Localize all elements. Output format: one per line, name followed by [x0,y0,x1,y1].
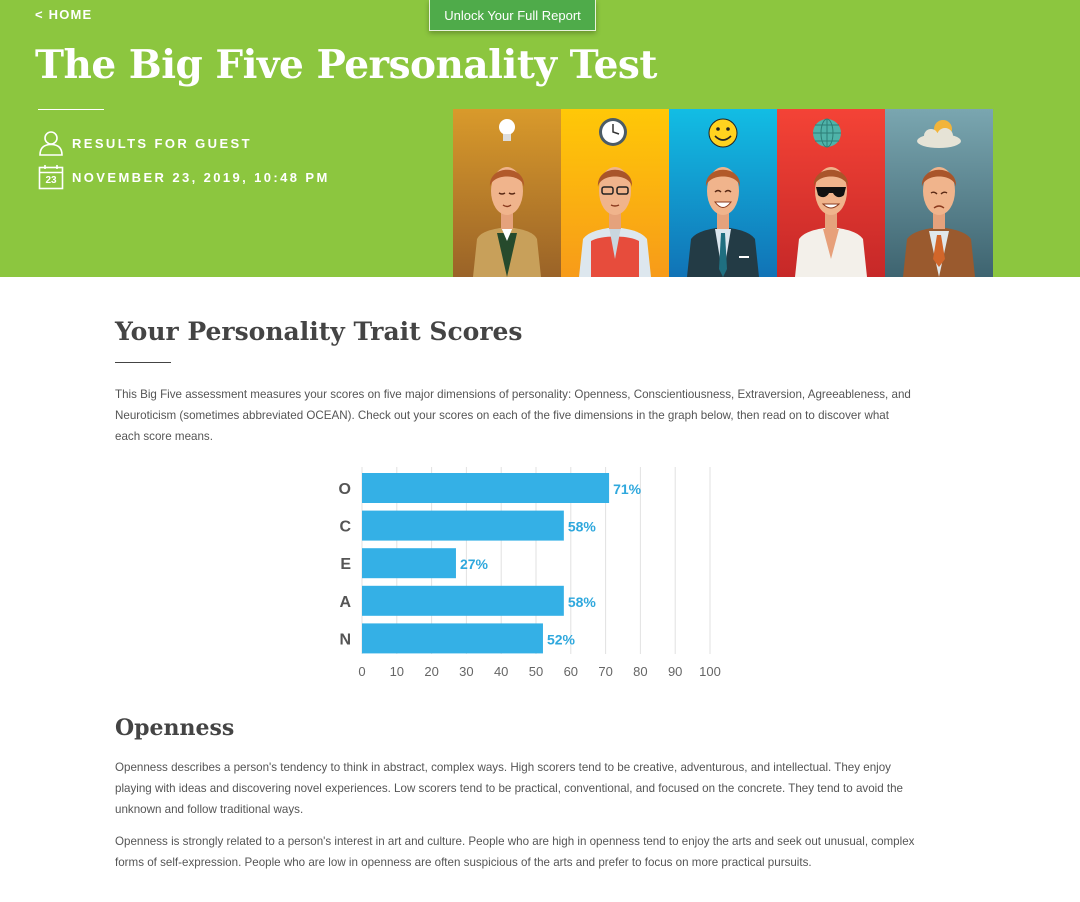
bar-O [362,473,610,503]
results-for-label: RESULTS FOR GUEST [72,135,252,151]
x-tick-label: 60 [564,664,578,679]
illustration-openness [453,109,561,277]
x-tick-label: 100 [699,664,721,679]
value-label: 71% [613,481,642,497]
x-tick-label: 10 [390,664,404,679]
category-label: O [339,481,351,498]
user-icon [38,130,64,156]
results-for-row: RESULTS FOR GUEST [38,130,252,156]
unlock-full-report-button[interactable]: Unlock Your Full Report [429,0,596,31]
illustration-agreeableness [777,109,885,277]
trait-score-chart: 0 10 20 30 40 50 60 70 80 90 100 O 71% C 58% E 27% A 58% N 5… [339,467,721,679]
category-label: A [339,594,351,611]
x-tick-label: 20 [424,664,438,679]
bar-A [362,585,564,616]
category-label: E [340,556,351,573]
illustration-conscientiousness [561,109,669,277]
result-date: NOVEMBER 23, 2019, 10:48 PM [72,169,330,185]
illustration-neuroticism [885,109,993,277]
home-link[interactable]: < HOME [35,7,92,22]
header-banner: < HOME Unlock Your Full Report The Big F… [0,0,1080,277]
x-tick-label: 0 [358,664,365,679]
title-divider [38,109,104,110]
value-label: 58% [568,594,597,610]
openness-paragraph-2: Openness is strongly related to a person… [115,835,915,869]
clock-icon [599,118,627,146]
intro-paragraph: This Big Five assessment measures your s… [115,388,911,443]
page-title: The Big Five Personality Test [35,42,657,88]
category-label: C [339,519,351,536]
value-label: 27% [460,556,489,572]
smiley-icon [708,118,738,148]
x-tick-label: 30 [459,664,473,679]
value-label: 58% [568,519,597,535]
category-label: N [339,631,351,648]
x-tick-label: 50 [529,664,543,679]
value-label: 52% [547,631,576,647]
bar-E [362,548,456,579]
openness-paragraph-1: Openness describes a person's tendency t… [115,761,904,816]
personality-illustrations [453,109,993,277]
globe-icon [813,118,841,148]
illustration-extraversion [669,109,777,277]
date-row: 23 NOVEMBER 23, 2019, 10:48 PM [38,164,330,190]
x-tick-label: 70 [598,664,612,679]
openness-heading: Openness [115,715,235,741]
section-title: Your Personality Trait Scores [115,317,523,346]
x-tick-label: 80 [633,664,647,679]
section-divider [115,362,171,363]
x-tick-label: 40 [494,664,508,679]
bar-C [362,510,564,541]
x-tick-label: 90 [668,664,682,679]
calendar-icon: 23 [38,164,64,190]
bar-N [362,623,543,654]
calendar-day: 23 [45,175,57,186]
